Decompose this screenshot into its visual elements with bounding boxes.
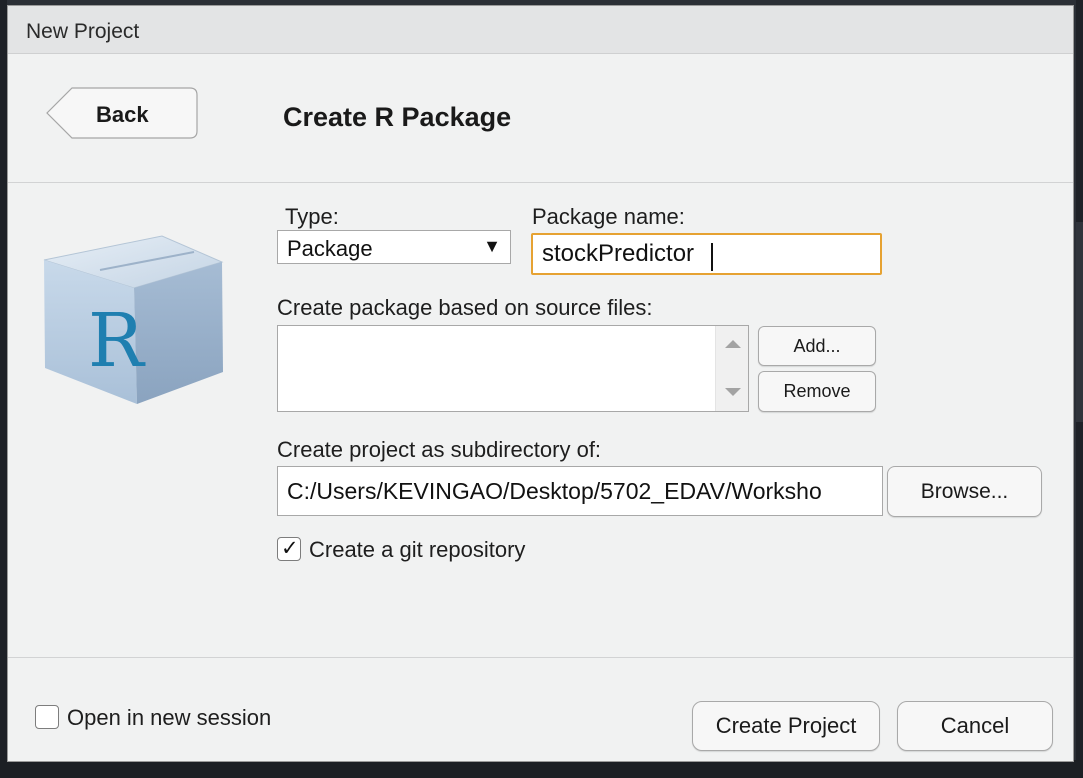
scroll-up-icon[interactable]: [725, 340, 741, 348]
background-right-panel: [1076, 222, 1083, 422]
package-name-input[interactable]: [531, 233, 882, 275]
r-package-icon: R: [43, 235, 224, 404]
remove-source-file-button[interactable]: Remove: [758, 371, 876, 412]
git-repository-label[interactable]: Create a git repository: [309, 537, 525, 563]
check-icon: ✓: [281, 536, 299, 560]
type-select-value: Package: [287, 236, 373, 261]
subdirectory-label: Create project as subdirectory of:: [277, 437, 602, 462]
source-files-label: Create package based on source files:: [277, 295, 653, 320]
create-project-button[interactable]: Create Project: [692, 701, 880, 751]
package-name-label: Package name:: [532, 204, 685, 229]
source-files-scrollbar[interactable]: [715, 326, 748, 411]
footer-divider: [8, 657, 1073, 658]
cancel-button[interactable]: Cancel: [897, 701, 1053, 751]
add-source-file-button[interactable]: Add...: [758, 326, 876, 366]
svg-text:R: R: [88, 298, 146, 384]
git-repository-checkbox[interactable]: ✓: [277, 536, 301, 561]
new-project-dialog: New Project Back Create R Package R Type…: [7, 5, 1074, 762]
back-button-label: Back: [96, 102, 149, 127]
new-session-label[interactable]: Open in new session: [67, 705, 271, 731]
background-left-strip: [0, 0, 7, 778]
browse-button[interactable]: Browse...: [887, 466, 1042, 517]
scroll-down-icon[interactable]: [725, 388, 741, 396]
back-button[interactable]: Back: [46, 87, 198, 139]
source-files-list[interactable]: [277, 325, 749, 412]
wizard-header: Back Create R Package: [8, 54, 1073, 183]
page-title: Create R Package: [283, 102, 512, 132]
subdirectory-input[interactable]: [277, 466, 883, 516]
new-session-checkbox[interactable]: [35, 705, 59, 729]
text-cursor: [711, 243, 713, 271]
type-select[interactable]: Package ▼: [277, 230, 511, 264]
dialog-title: New Project: [26, 20, 140, 43]
dialog-titlebar[interactable]: New Project: [8, 6, 1073, 54]
type-label: Type:: [285, 204, 339, 229]
dropdown-arrow-icon: ▼: [483, 236, 501, 256]
background-bottom-strip: [0, 760, 1083, 778]
